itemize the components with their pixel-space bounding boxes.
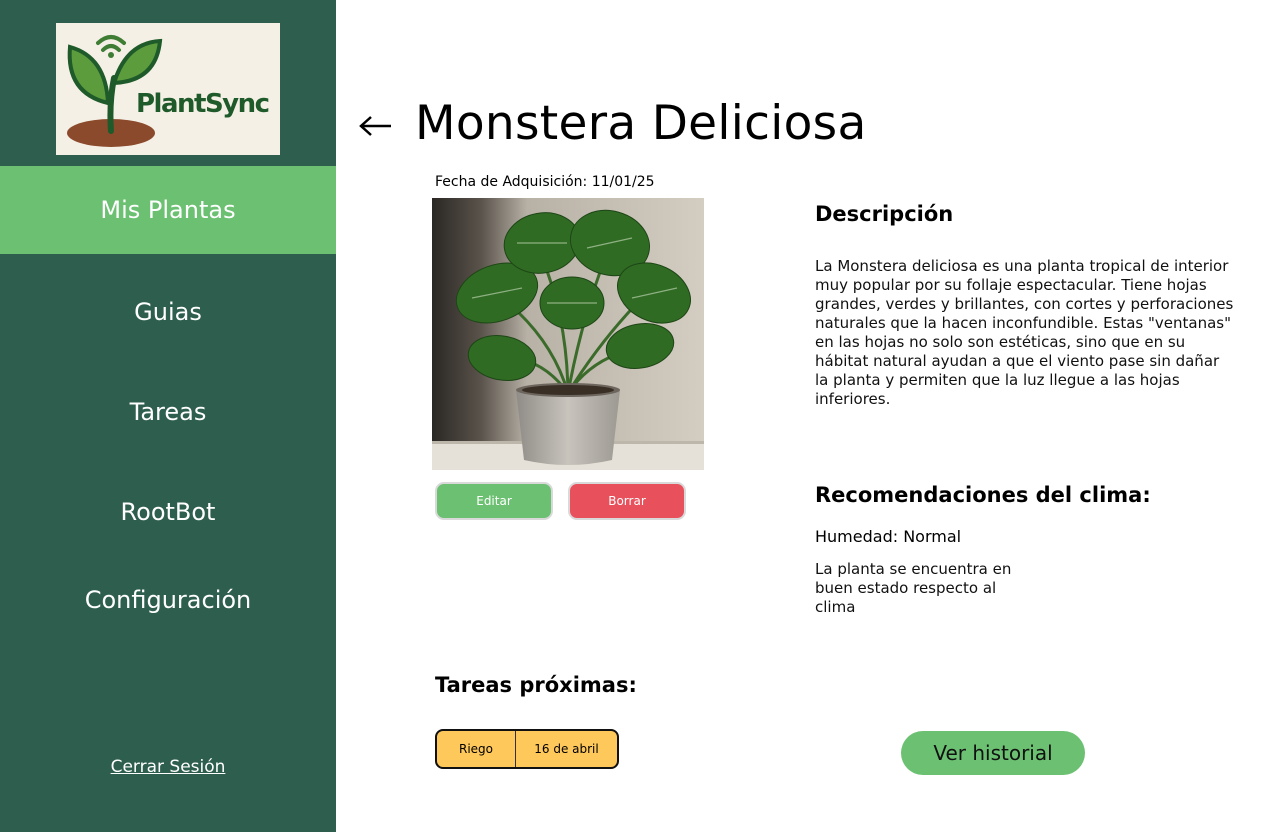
task-item[interactable]: Riego 16 de abril [435,729,619,769]
logo-text: PlantSync [136,89,270,119]
description-title: Descripción [815,202,954,226]
plant-photo [432,198,704,470]
acquisition-date: Fecha de Adquisición: 11/01/25 [435,174,655,190]
back-button[interactable] [358,108,394,144]
climate-status: La planta se encuentra en buen estado re… [815,560,1012,616]
task-date: 16 de abril [534,742,599,756]
sidebar: PlantSync Mis Plantas Guias Tareas RootB… [0,0,336,832]
sidebar-item-mis-plantas[interactable]: Mis Plantas [0,166,336,254]
monstera-image [432,198,704,470]
page-title: Monstera Deliciosa [415,96,867,151]
sidebar-item-rootbot[interactable]: RootBot [0,490,336,534]
climate-title: Recomendaciones del clima: [815,483,1151,507]
sidebar-item-configuracion[interactable]: Configuración [0,578,336,622]
history-button[interactable]: Ver historial [901,731,1085,775]
humidity-value: Humedad: Normal [815,527,962,546]
task-name: Riego [437,731,516,767]
tasks-title: Tareas próximas: [435,673,637,697]
description-text: La Monstera deliciosa es una planta trop… [815,257,1234,408]
sidebar-item-guias[interactable]: Guias [0,290,336,334]
sidebar-item-tareas[interactable]: Tareas [0,390,336,434]
edit-button[interactable]: Editar [435,482,553,520]
arrow-left-icon [359,116,391,136]
logout-link[interactable]: Cerrar Sesión [0,757,336,777]
delete-button[interactable]: Borrar [568,482,686,520]
app-logo[interactable]: PlantSync [56,23,280,155]
